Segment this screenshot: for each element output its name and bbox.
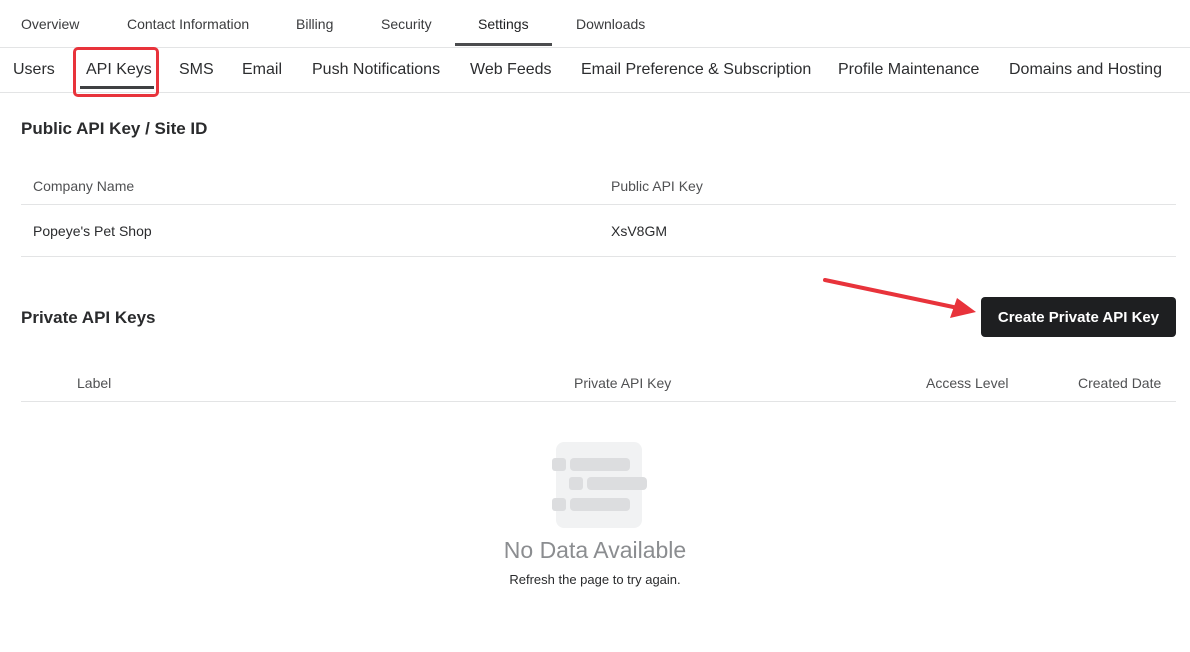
subtab-sms[interactable]: SMS (179, 48, 214, 92)
column-header-label[interactable]: Label (77, 375, 111, 391)
column-header-company-name: Company Name (33, 178, 135, 194)
tab-security[interactable]: Security (381, 0, 432, 47)
column-header-public-api-key: Public API Key (611, 178, 703, 194)
company-name-cell: Popeye's Pet Shop (33, 223, 152, 239)
subtab-web-feeds[interactable]: Web Feeds (470, 48, 552, 92)
top-tab-bar: Overview Contact Information Billing Sec… (0, 0, 1190, 48)
empty-state-title: No Data Available (503, 537, 687, 563)
public-api-key-cell: XsV8GM (611, 223, 668, 239)
active-tab-indicator (455, 43, 552, 46)
private-api-keys-title: Private API Keys (21, 308, 156, 327)
settings-sub-tab-bar: Users API Keys SMS Email Push Notificati… (0, 48, 1190, 93)
divider (21, 401, 1176, 402)
column-header-private-api-key[interactable]: Private API Key (574, 375, 671, 391)
active-subtab-indicator (80, 86, 154, 89)
divider (21, 256, 1176, 257)
subtab-push-notifications[interactable]: Push Notifications (312, 48, 440, 92)
subtab-email[interactable]: Email (242, 48, 282, 92)
public-api-key-title: Public API Key / Site ID (21, 119, 208, 138)
subtab-profile-maintenance[interactable]: Profile Maintenance (838, 48, 979, 92)
divider (21, 204, 1176, 205)
tab-billing[interactable]: Billing (296, 0, 333, 47)
subtab-email-preference[interactable]: Email Preference & Subscription (581, 48, 811, 92)
empty-list-icon (552, 442, 647, 528)
tab-overview[interactable]: Overview (21, 0, 79, 47)
column-header-access-level[interactable]: Access Level (926, 375, 1008, 391)
column-header-created-date[interactable]: Created Date (1078, 375, 1161, 391)
arrow-right-icon (823, 278, 976, 318)
subtab-domains-hosting[interactable]: Domains and Hosting (1009, 48, 1162, 92)
create-private-api-key-button[interactable]: Create Private API Key (981, 297, 1176, 337)
subtab-users[interactable]: Users (13, 48, 55, 92)
empty-state-subtitle: Refresh the page to try again. (509, 572, 681, 587)
tab-downloads[interactable]: Downloads (576, 0, 645, 47)
tab-contact-information[interactable]: Contact Information (127, 0, 249, 47)
tab-settings[interactable]: Settings (478, 0, 529, 47)
